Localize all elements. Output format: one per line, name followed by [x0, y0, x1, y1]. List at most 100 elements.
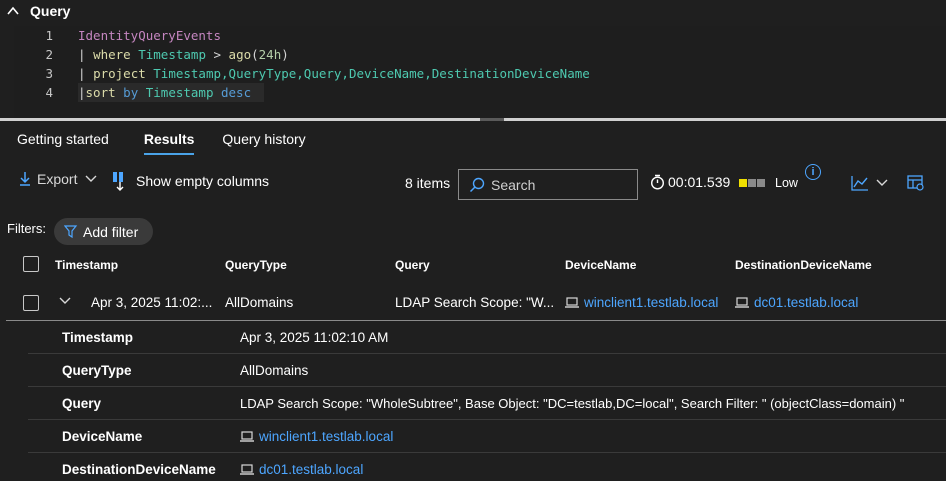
token-operator: > — [205, 47, 229, 62]
filters-label: Filters: — [7, 221, 46, 236]
destination-device-link[interactable]: dc01.testlab.local — [754, 295, 858, 310]
info-icon[interactable]: i — [805, 164, 821, 180]
stopwatch-icon — [650, 174, 665, 190]
results-toolbar: Export Show empty columns 8 items Search… — [0, 164, 946, 202]
search-input[interactable]: Search — [458, 169, 638, 200]
detail-row-timestamp: Timestamp Apr 3, 2025 11:02:10 AM — [0, 321, 946, 354]
editor-line: 4 |sort by Timestamp desc — [14, 83, 946, 102]
usage-bar-empty — [748, 179, 756, 187]
token-number: 24h — [258, 47, 282, 62]
token-pipe: | — [78, 66, 94, 81]
customize-columns-button[interactable] — [907, 174, 925, 192]
laptop-icon — [565, 297, 579, 308]
query-duration: 00:01.539 — [650, 174, 730, 190]
detail-key: DeviceName — [62, 429, 143, 444]
destination-device-link[interactable]: dc01.testlab.local — [259, 462, 363, 477]
usage-bar-empty — [757, 179, 765, 187]
column-header-timestamp[interactable]: Timestamp — [55, 258, 118, 272]
detail-row-querytype: QueryType AllDomains — [0, 354, 946, 387]
table-settings-icon — [907, 175, 924, 191]
download-icon — [20, 172, 30, 186]
table-header: Timestamp QueryType Query DeviceName Des… — [0, 250, 946, 280]
laptop-icon — [240, 431, 254, 442]
tab-getting-started[interactable]: Getting started — [17, 126, 109, 154]
column-header-devicename[interactable]: DeviceName — [565, 258, 636, 272]
token-keyword-by: by — [115, 85, 146, 100]
tab-query-history[interactable]: Query history — [222, 126, 305, 154]
detail-key: DestinationDeviceName — [62, 462, 216, 477]
laptop-icon — [240, 464, 254, 475]
query-panel-header[interactable]: Query — [0, 0, 946, 22]
detail-row-query: Query LDAP Search Scope: "WholeSubtree",… — [0, 387, 946, 420]
cell-querytype: AllDomains — [225, 295, 294, 310]
token-keyword: project — [93, 66, 146, 81]
detail-key: Query — [62, 396, 102, 411]
token-keyword: where — [93, 47, 131, 62]
detail-key: Timestamp — [62, 330, 134, 345]
duration-value: 00:01.539 — [668, 174, 731, 190]
show-empty-columns-button[interactable]: Show empty columns — [111, 171, 269, 191]
detail-key: QueryType — [62, 363, 132, 378]
token-column: Timestamp — [145, 85, 214, 100]
column-header-destinationdevicename[interactable]: DestinationDeviceName — [735, 258, 872, 272]
editor-line: 1 IdentityQueryEvents — [14, 26, 946, 45]
filters-bar: Filters: Add filter — [7, 218, 154, 245]
chevron-up-icon[interactable] — [6, 4, 20, 18]
token-keyword-desc: desc — [213, 85, 252, 100]
detail-value: AllDomains — [240, 363, 309, 378]
tab-results[interactable]: Results — [143, 126, 194, 155]
column-header-query[interactable]: Query — [395, 258, 430, 272]
detail-value: LDAP Search Scope: "WholeSubtree", Base … — [240, 396, 905, 411]
row-checkbox[interactable] — [23, 295, 39, 311]
splitter-grip[interactable] — [480, 118, 504, 121]
column-header-querytype[interactable]: QueryType — [225, 258, 287, 272]
filter-add-icon — [64, 224, 78, 238]
detail-value-destination-device[interactable]: dc01.testlab.local — [240, 462, 363, 477]
chevron-down-icon — [876, 179, 888, 186]
token-pipe: | — [78, 47, 94, 62]
detail-value-device[interactable]: winclient1.testlab.local — [240, 429, 393, 444]
resource-usage-indicator: Low — [739, 176, 798, 190]
laptop-icon — [735, 297, 749, 308]
export-button[interactable]: Export — [18, 171, 97, 187]
add-filter-label: Add filter — [83, 223, 139, 240]
line-chart-icon — [851, 176, 868, 191]
results-tabs: Getting started Results Query history — [0, 126, 306, 155]
device-link[interactable]: winclient1.testlab.local — [259, 429, 393, 444]
detail-value: Apr 3, 2025 11:02:10 AM — [240, 330, 389, 345]
columns-icon — [113, 172, 124, 191]
usage-bar-filled — [739, 179, 747, 187]
token-pipe: | — [78, 85, 86, 100]
cell-devicename[interactable]: winclient1.testlab.local — [565, 295, 718, 310]
query-panel-title: Query — [30, 3, 71, 19]
chevron-down-icon[interactable] — [59, 297, 71, 305]
show-empty-columns-label: Show empty columns — [136, 173, 270, 189]
export-label: Export — [37, 171, 78, 187]
select-all-checkbox[interactable] — [23, 256, 39, 272]
search-icon — [469, 177, 485, 192]
line-number: 3 — [45, 66, 53, 81]
device-link[interactable]: winclient1.testlab.local — [584, 295, 718, 310]
line-number: 4 — [45, 85, 53, 100]
add-filter-button[interactable]: Add filter — [54, 218, 154, 245]
cell-timestamp: Apr 3, 2025 11:02:... — [91, 295, 213, 310]
token-paren: ) — [281, 47, 289, 62]
detail-row-devicename: DeviceName winclient1.testlab.local — [0, 420, 946, 453]
token-keyword: sort — [85, 85, 116, 100]
editor-line: 2 | where Timestamp > ago(24h) — [14, 45, 946, 64]
query-editor[interactable]: 1 IdentityQueryEvents 2 | where Timestam… — [14, 26, 946, 118]
token-column: Timestamp — [138, 47, 206, 62]
table-row[interactable]: Apr 3, 2025 11:02:... AllDomains LDAP Se… — [0, 285, 946, 320]
cell-query: LDAP Search Scope: "W... — [395, 295, 555, 310]
editor-resize-splitter[interactable] — [0, 118, 946, 121]
cell-destinationdevicename[interactable]: dc01.testlab.local — [735, 295, 858, 310]
token-paren: ( — [251, 47, 259, 62]
search-placeholder: Search — [491, 176, 536, 193]
chart-type-button[interactable] — [851, 175, 888, 191]
token-table: IdentityQueryEvents — [78, 28, 221, 43]
item-count: 8 items — [405, 175, 451, 191]
editor-line: 3 | project Timestamp,QueryType,Query,De… — [14, 64, 946, 83]
resource-usage-label: Low — [775, 176, 798, 190]
token-function: ago — [228, 47, 252, 62]
line-number: 2 — [45, 47, 53, 62]
